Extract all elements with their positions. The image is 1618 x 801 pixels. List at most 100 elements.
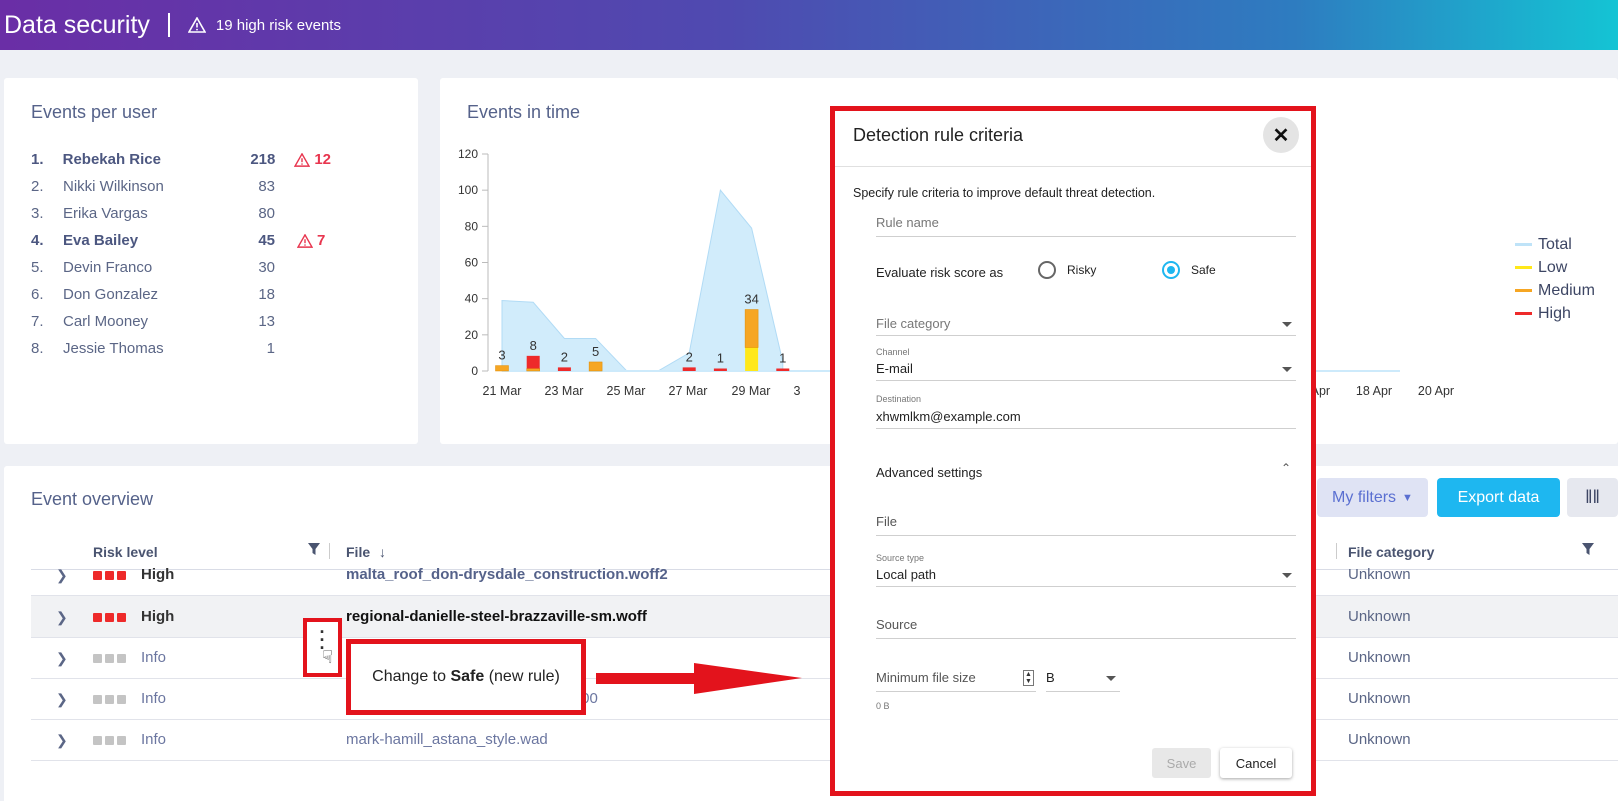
file-name[interactable]: mark-hamill_astana_style.wad xyxy=(346,731,548,748)
user-list-item[interactable]: 5. Devin Franco 30 xyxy=(31,254,331,281)
user-list-item[interactable]: 2. Nikki Wilkinson 83 xyxy=(31,173,331,200)
change-to-safe-menu-item[interactable]: Change to Safe (new rule) xyxy=(346,639,586,715)
user-alert-badge: 7 xyxy=(297,232,325,249)
legend-label: Medium xyxy=(1538,281,1595,299)
expand-chevron-icon[interactable]: ❯ xyxy=(56,609,68,626)
header-divider xyxy=(167,13,170,37)
file-category: Unknown xyxy=(1348,649,1411,666)
export-data-button[interactable]: Export data xyxy=(1437,478,1560,517)
user-list-item[interactable]: 6. Don Gonzalez 18 xyxy=(31,281,331,308)
bar-value-label: 3 xyxy=(498,348,505,363)
y-tick-label: 20 xyxy=(465,328,479,342)
chevron-down-icon: ▼ xyxy=(1402,491,1413,504)
my-filters-button[interactable]: My filters ▼ xyxy=(1317,478,1428,517)
min-file-size-input[interactable]: Minimum file size ▲ ▼ xyxy=(876,668,1036,692)
user-list-item[interactable]: 7. Carl Mooney 13 xyxy=(31,308,331,335)
table-row[interactable]: ❯ High malta_roof_don-drysdale_constructio… xyxy=(31,554,1618,596)
bar-value-label: 1 xyxy=(717,351,724,366)
x-tick-label: 29 Mar xyxy=(732,384,771,398)
size-unit-select[interactable]: B xyxy=(1046,668,1120,692)
user-name: Rebekah Rice xyxy=(62,151,161,168)
close-icon[interactable]: ✕ xyxy=(1263,117,1299,153)
table-row[interactable]: ❯ Info mark-hamill_astana_style.wad Unknown xyxy=(31,719,1618,761)
stepper-icon[interactable]: ▲ ▼ xyxy=(1023,670,1034,686)
x-tick-label: 18 Apr xyxy=(1356,384,1392,398)
expand-chevron-icon[interactable]: ❯ xyxy=(56,732,68,749)
legend-item[interactable]: Medium xyxy=(1515,279,1595,302)
table-row[interactable]: ❯ Info Unknown xyxy=(31,637,1618,679)
bar-medium xyxy=(526,368,540,372)
user-name: Erika Vargas xyxy=(63,205,148,222)
risk-level: High xyxy=(141,608,175,625)
y-tick-label: 60 xyxy=(465,256,479,270)
user-alert-badge: 12 xyxy=(294,151,331,168)
user-name: Devin Franco xyxy=(63,259,153,276)
user-name: Eva Bailey xyxy=(63,232,139,249)
columns-icon[interactable]: ‖‖ xyxy=(1567,478,1618,517)
user-name: Nikki Wilkinson xyxy=(63,178,164,195)
user-list-item[interactable]: 4. Eva Bailey 45 7 xyxy=(31,227,331,254)
channel-select[interactable]: Channel E-mail xyxy=(876,347,1296,381)
high-risk-events-link[interactable]: 19 high risk events xyxy=(216,17,341,34)
bar-value-label: 2 xyxy=(561,349,568,364)
destination-label: Destination xyxy=(876,394,922,404)
tooltip-pre: Change to xyxy=(372,668,451,685)
page-title: Data security xyxy=(4,10,150,39)
user-list: 1. Rebekah Rice 218 12 2. Nikki Wilkinson 83 3.… xyxy=(31,146,331,362)
expand-chevron-icon[interactable]: ❯ xyxy=(56,567,68,584)
table-row[interactable]: ❯ High regional-danielle-steel-brazzaville… xyxy=(31,596,1618,638)
legend-item[interactable]: Low xyxy=(1515,256,1595,279)
events-per-user-title: Events per user xyxy=(31,102,158,122)
my-filters-label: My filters xyxy=(1332,488,1397,506)
safe-radio[interactable] xyxy=(1162,261,1180,279)
channel-value: E-mail xyxy=(876,361,913,376)
cancel-button[interactable]: Cancel xyxy=(1220,748,1292,778)
file-name[interactable]: regional-danielle-steel-brazzaville-sm.w… xyxy=(346,608,647,625)
file-input[interactable]: File xyxy=(876,514,1296,536)
user-rank: 2. xyxy=(31,178,44,195)
x-tick-label: 20 Apr xyxy=(1418,384,1454,398)
user-rank: 3. xyxy=(31,205,44,222)
legend-swatch xyxy=(1515,289,1532,292)
source-input[interactable]: Source xyxy=(876,617,1296,639)
source-type-value: Local path xyxy=(876,567,936,582)
dropdown-arrow-icon xyxy=(1282,573,1292,578)
user-event-count: 218 xyxy=(250,151,276,168)
user-rank: 1. xyxy=(31,151,44,168)
risk-level: Info xyxy=(141,690,167,707)
legend-item[interactable]: High xyxy=(1515,302,1595,325)
risky-radio[interactable] xyxy=(1038,261,1056,279)
chevron-up-icon[interactable]: ⌃ xyxy=(1281,461,1291,475)
user-list-item[interactable]: 8. Jessie Thomas 1 xyxy=(31,335,331,362)
source-type-select[interactable]: Source type Local path xyxy=(876,553,1296,587)
bar-value-label: 1 xyxy=(779,351,786,366)
legend-label: Low xyxy=(1538,258,1568,276)
file-name[interactable]: malta_roof_don-drysdale_construction.wof… xyxy=(346,566,668,583)
rule-name-input[interactable]: Rule name xyxy=(876,215,1296,237)
risk-level-indicator xyxy=(93,613,126,622)
x-tick-label: 23 Mar xyxy=(545,384,584,398)
legend-item[interactable]: Total xyxy=(1515,233,1595,256)
app-header: Data security 19 high risk events xyxy=(0,0,1618,50)
total-area xyxy=(501,189,784,372)
file-category-label: File category xyxy=(876,316,951,331)
user-name: Don Gonzalez xyxy=(63,286,159,303)
bar-high xyxy=(713,368,727,371)
y-tick-label: 80 xyxy=(465,219,479,233)
user-list-item[interactable]: 3. Erika Vargas 80 xyxy=(31,200,331,227)
expand-chevron-icon[interactable]: ❯ xyxy=(56,691,68,708)
source-type-label: Source type xyxy=(876,553,925,563)
user-list-item[interactable]: 1. Rebekah Rice 218 12 xyxy=(31,146,331,173)
file-category-select[interactable]: File category xyxy=(876,316,1296,336)
destination-input[interactable]: Destination xhwmlkm@example.com xyxy=(876,394,1296,429)
table-row[interactable]: ❯Infoswitzenand_style_usunction.wadu000U… xyxy=(31,678,1618,720)
event-overview-title: Event overview xyxy=(31,489,154,509)
expand-chevron-icon[interactable]: ❯ xyxy=(56,650,68,667)
safe-label: Safe xyxy=(1191,263,1216,277)
advanced-settings-toggle[interactable]: Advanced settings xyxy=(876,465,982,480)
x-tick-label: 21 Mar xyxy=(483,384,522,398)
y-tick-label: 40 xyxy=(465,292,479,306)
save-button[interactable]: Save xyxy=(1152,748,1211,778)
bar-value-label: 5 xyxy=(592,344,599,359)
user-alert-count: 7 xyxy=(317,232,326,249)
